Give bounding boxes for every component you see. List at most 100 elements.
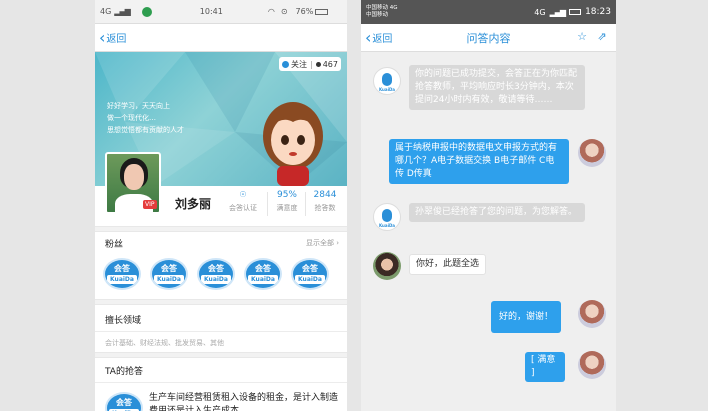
- answers-divider: [95, 382, 347, 383]
- signal-icon: ▂▄▆: [549, 7, 567, 17]
- chevron-left-icon: ‹: [99, 28, 106, 47]
- section-divider: [95, 299, 347, 305]
- vip-badge: VIP: [143, 200, 157, 209]
- badge-ribbon: KuaiDa: [295, 275, 325, 284]
- answer-item-icon: 会答KuaiDa: [105, 392, 143, 411]
- follow-label: 关注: [291, 59, 308, 69]
- share-icon[interactable]: ⇗: [596, 31, 608, 43]
- follow-separator: |: [310, 59, 313, 69]
- stat-label: 抢答数: [314, 204, 336, 212]
- status-right: 4G ▂▄▆ 18:23: [534, 7, 611, 17]
- mic-icon: [382, 73, 392, 86]
- specialty-tags: 会计基础、财经法规、批发贸易、其他: [105, 339, 224, 347]
- stat-label: 满意度: [276, 204, 298, 212]
- badge-top: 会答: [116, 398, 132, 407]
- badge-top: 会答: [255, 264, 271, 273]
- fans-title: 粉丝: [105, 240, 124, 250]
- bot-label: KuaiDa: [379, 87, 395, 92]
- back-button[interactable]: ‹ 返回: [95, 28, 126, 47]
- fan-avatar[interactable]: 会答 KuaiDa: [197, 258, 235, 290]
- back-label: 返回: [106, 34, 127, 45]
- follow-button[interactable]: 关注 | 467: [279, 57, 341, 71]
- follower-count: 467: [322, 59, 338, 69]
- badge-ribbon: KuaiDa: [107, 275, 137, 284]
- specialty-title: 擅长领域: [105, 316, 142, 326]
- answer-item-text[interactable]: 生产车间经营租赁租入设备的租金，是计入制造费用还是计入生产成本: [149, 392, 339, 411]
- fan-avatar[interactable]: 会答 KuaiDa: [291, 258, 329, 290]
- carrier-label: 中国移动: [366, 12, 389, 18]
- section-divider: [95, 226, 347, 232]
- badge-top: 会答: [208, 264, 224, 273]
- kuaida-bot-avatar: KuaiDa: [373, 203, 401, 231]
- bot-label: KuaiDa: [379, 223, 395, 228]
- network-indicator: 4G: [100, 7, 112, 16]
- fan-avatar[interactable]: 会答 KuaiDa: [103, 258, 141, 290]
- qa-chat-screen: 中国移动 4G 中国移动 4G ▂▄▆ 18:23 ‹ 返回 问答内容 ☆ ⇗ …: [361, 0, 616, 411]
- section-divider: [95, 352, 347, 358]
- stat-divider: [305, 192, 306, 216]
- clock: 18:23: [585, 7, 611, 17]
- chat-message: [ 满意 ]: [525, 352, 565, 382]
- battery-icon: [315, 8, 329, 15]
- clock: 10:41: [199, 7, 223, 16]
- chat-message: 孙翠俊已经抢答了您的问题，为您解答。: [409, 203, 585, 222]
- user-avatar: [578, 300, 606, 328]
- chat-message: 属于纳税申报中的数据电文申报方式的有哪几个？A电子数据交换 B电子邮件 C电传 …: [389, 139, 569, 184]
- chat-message: 好的，谢谢！: [491, 301, 561, 333]
- slogan-line: 好好学习，天天向上: [107, 102, 170, 110]
- stat-certification: ☉ 会答认证: [225, 190, 261, 213]
- badge-ribbon: KuaiDa: [248, 275, 278, 284]
- wifi-icon: ◠: [267, 7, 275, 16]
- fan-avatar[interactable]: 会答 KuaiDa: [150, 258, 188, 290]
- star-icon[interactable]: ☆: [576, 31, 588, 43]
- carrier-info: 中国移动 4G 中国移动: [366, 5, 398, 19]
- badge-top: 会答: [114, 264, 130, 273]
- show-all-fans-link[interactable]: 显示全部 ›: [306, 238, 339, 248]
- fan-avatar[interactable]: 会答 KuaiDa: [244, 258, 282, 290]
- stat-satisfaction: 95% 满意度: [267, 190, 303, 216]
- stat-value: 2844: [313, 190, 337, 200]
- certified-icon: ☉: [239, 190, 247, 199]
- slogan-line: 做一个现代化…: [107, 114, 156, 122]
- user-avatar: [578, 351, 606, 379]
- nav-actions: ☆ ⇗: [576, 31, 608, 43]
- badge-ribbon: KuaiDa: [154, 275, 184, 284]
- stat-divider: [267, 192, 268, 216]
- user-avatar: [578, 139, 606, 167]
- kuaida-bot-avatar: KuaiDa: [373, 67, 401, 95]
- status-bar: 中国移动 4G 中国移动 4G ▂▄▆ 18:23: [361, 0, 616, 24]
- battery-level: 76%: [295, 7, 314, 16]
- stat-answers: 2844 抢答数: [305, 190, 341, 216]
- battery-icon: [569, 9, 582, 15]
- stat-value: 95%: [276, 190, 297, 200]
- alarm-icon: ⊙: [280, 7, 288, 16]
- top-nav: ‹ 返回 问答内容 ☆ ⇗: [361, 24, 616, 52]
- back-label: 返回: [372, 34, 393, 45]
- app-icon: [141, 6, 152, 17]
- top-nav: ‹ 返回: [95, 24, 347, 52]
- signal-icon: ▂▄▆: [114, 7, 131, 16]
- chevron-left-icon: ‹: [365, 28, 372, 47]
- profile-slogan: 好好学习，天天向上 做一个现代化… 思想觉悟都有贡献的人才: [107, 100, 184, 136]
- slogan-line: 思想觉悟都有贡献的人才: [107, 126, 184, 134]
- specialty-divider: [95, 331, 347, 332]
- network-indicator: 4G: [534, 7, 546, 17]
- answers-title: TA的抢答: [105, 367, 143, 377]
- carrier-label: 中国移动 4G: [366, 5, 398, 11]
- follower-dot-icon: [315, 61, 321, 67]
- chat-message: 你的问题已成功提交，会答正在为你匹配抢答教师，平均响应时长3分钟内，本次提问24…: [409, 65, 585, 110]
- avatar-face: [124, 164, 144, 190]
- follow-icon: [282, 60, 290, 68]
- stat-label: 会答认证: [229, 204, 257, 212]
- status-bar: 4G ▂▄▆ 10:41 ◠ ⊙ 76%: [95, 0, 347, 24]
- chat-message: 你好，此题全选: [409, 254, 487, 275]
- badge-ribbon: KuaiDa: [201, 275, 231, 284]
- teacher-avatar[interactable]: [373, 252, 401, 280]
- teacher-name: 刘多丽: [175, 197, 212, 211]
- cartoon-mascot: [263, 102, 323, 186]
- badge-top: 会答: [302, 264, 318, 273]
- teacher-profile-screen: 4G ▂▄▆ 10:41 ◠ ⊙ 76% ‹ 返回 关注 | 467 好好学习，…: [95, 0, 347, 411]
- badge-top: 会答: [161, 264, 177, 273]
- fans-list: 会答 KuaiDa 会答 KuaiDa 会答 KuaiDa 会答 KuaiDa 会答 Ku…: [103, 258, 329, 290]
- back-button[interactable]: ‹ 返回: [361, 28, 392, 47]
